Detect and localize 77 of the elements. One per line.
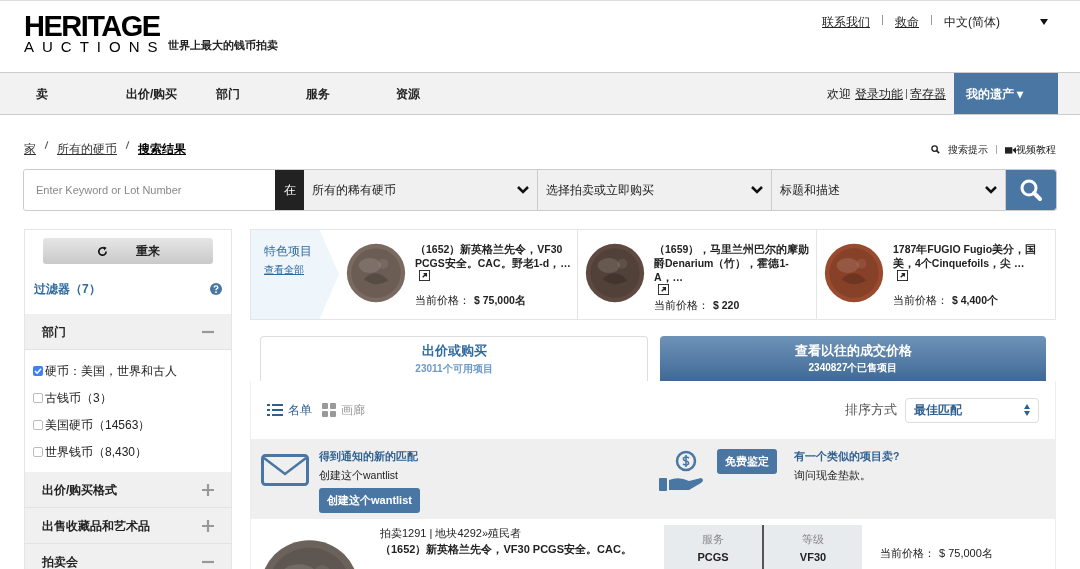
welcome-text: 欢迎 [827,85,851,103]
checkbox[interactable] [33,392,43,403]
external-link-icon[interactable] [897,270,908,281]
reset-button[interactable]: 重来 [43,238,213,264]
lot-meta: 拍卖1291 | 地块4292»殖民者 [380,526,523,541]
view-all-link[interactable]: 查看全部 [264,264,304,275]
price-label: 当前价格： [893,293,948,308]
price-value: $ 75,000名 [474,293,526,308]
price-value: $ 220 [713,298,740,313]
logo-wordmark[interactable]: HERITAGE [24,13,166,39]
price-label: 当前价格： [415,293,470,308]
help-icon[interactable] [210,283,222,295]
account-button[interactable]: 我的遗产 ▾ [954,73,1058,114]
grade-value: PCGS [697,551,729,563]
language-select[interactable]: 中文(简体) [944,13,1048,31]
sort-select[interactable]: 最佳匹配 [905,397,1039,423]
register-link[interactable]: 寄存器 [910,84,946,103]
nav-item[interactable]: 卖 [36,84,126,103]
results-tab[interactable]: 出价或购买 23011个可用项目 [260,336,648,381]
sell-text: 询问现金垫款。 [794,467,872,483]
help-link[interactable]: 搜索提示 [948,141,988,157]
help-link[interactable]: 视频教程 [1016,141,1056,157]
featured-item-title[interactable]: 1787年FUGIO Fugio美分，国美，4个Cinquefoils，尖 … [893,242,1051,270]
grid-icon [322,403,336,417]
external-link-icon[interactable] [419,270,430,281]
filter-section-header[interactable]: 拍卖会 [25,544,231,569]
external-link-icon[interactable] [658,284,669,295]
price-value: $ 75,000名 [939,547,993,559]
header-link[interactable]: 联系我们 [822,13,870,31]
nav-item[interactable]: 出价/购买 [126,84,216,103]
price-label: 当前价格： [654,298,709,313]
featured-item-title[interactable]: （1659），马里兰州巴尔的摩勋爵Denarium（竹），霍德1-A，… [654,242,812,284]
appraisal-button[interactable]: 免费鉴定 [717,449,777,474]
price-value: $ 4,400个 [952,293,999,308]
alert-text: 创建这个wantlist [319,467,399,483]
caret-down-icon [1040,19,1048,25]
nav-item[interactable]: 服务 [306,84,396,103]
breadcrumb-link[interactable]: 搜索结果 [138,140,186,158]
wantlist-button[interactable]: 创建这个wantlist [319,487,420,513]
money-hand-icon [659,450,705,492]
filter-section-header[interactable]: 出售收藏品和艺术品 [25,508,231,544]
checkbox-label[interactable]: 美国硬币（14563） [45,415,151,434]
sort-label: 排序方式 [845,401,897,419]
sort-arrows-icon [1024,404,1030,416]
checkbox[interactable] [33,365,43,376]
checkbox-label[interactable]: 世界钱币（8,430） [45,442,148,461]
featured-item-title[interactable]: （1652）新英格兰先令，VF30 PCGS安全。CAC。野老1-d，… [415,242,573,270]
search-icon [931,144,940,154]
lot-title[interactable]: （1652）新英格兰先令，VF30 PCGS安全。CAC。 [380,541,646,557]
nav-item[interactable]: 部门 [216,84,306,103]
sell-title: 有一个类似的项目卖? [794,449,900,464]
grade-value: VF30 [799,551,827,563]
list-icon [267,403,283,417]
login-link[interactable]: 登录功能 [855,84,903,103]
checkbox[interactable] [33,446,43,457]
checkbox-label[interactable]: 古钱币（3） [45,388,112,407]
filter-section-header[interactable]: 部门 [25,314,231,350]
breadcrumb-link[interactable]: 家 [24,140,36,158]
breadcrumb-link[interactable]: 所有的硬币 [57,140,117,158]
view-toggle[interactable]: 名单 [267,401,312,419]
checkbox[interactable] [33,419,43,430]
filters-heading: 过滤器（7） [34,281,101,298]
video-camera-icon [1005,144,1016,154]
logo-subtitle: AUCTIONS [24,39,166,54]
grade-header: 服务 [702,533,724,545]
nav-item[interactable]: 资源 [396,84,486,103]
envelope-icon [261,454,309,486]
filter-section-header[interactable]: 出价/购买格式 [25,472,231,508]
header-link[interactable]: 救命 [895,13,919,31]
refresh-icon [96,245,108,257]
price-label: 当前价格： [880,547,935,559]
featured-heading: 特色项目 [264,243,313,260]
checkbox-label[interactable]: 硬币：美国，世界和古人 [45,361,177,380]
grade-header: 等级 [802,533,824,545]
alert-title: 得到通知的新的匹配 [319,449,419,464]
tagline: 世界上最大的钱币拍卖 [167,37,278,53]
results-tab[interactable]: 查看以往的成交价格 2340827个已售项目 [660,336,1046,381]
